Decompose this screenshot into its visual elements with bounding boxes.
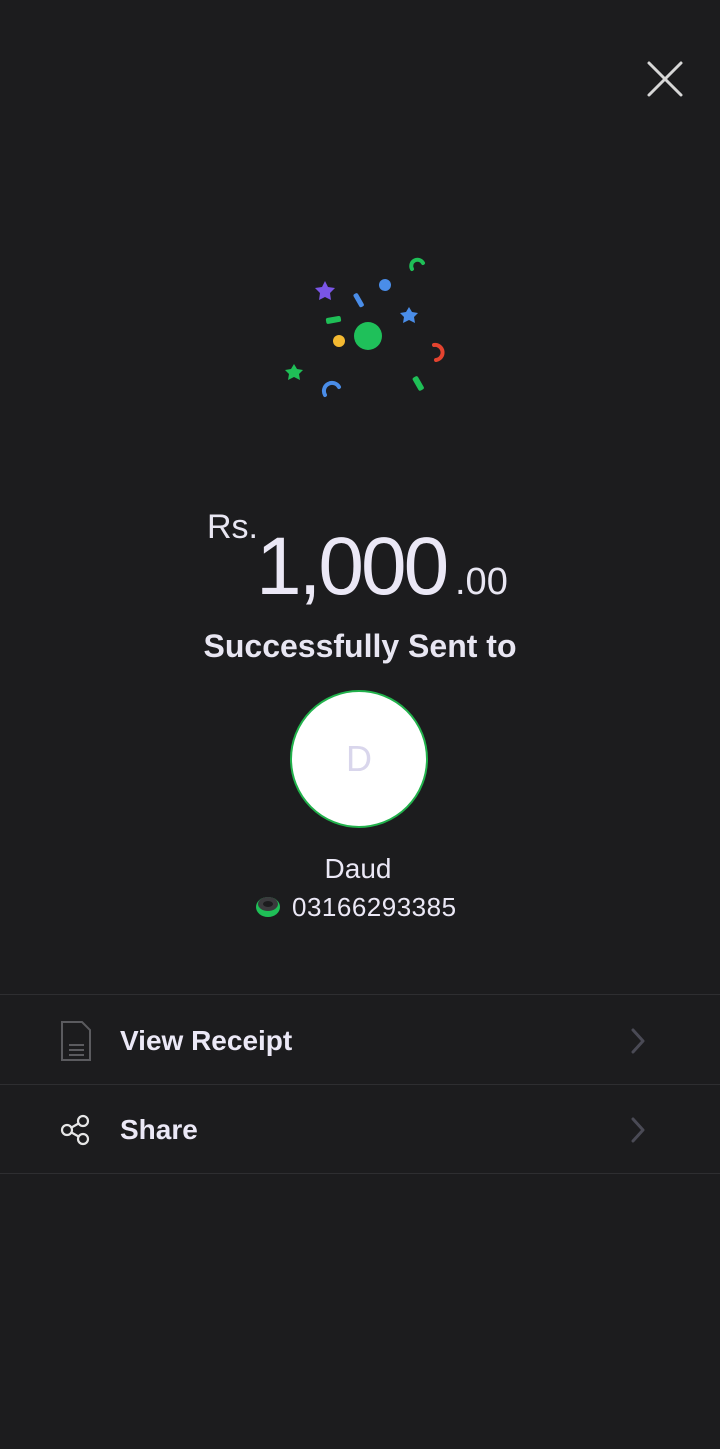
view-receipt-label: View Receipt xyxy=(120,1025,293,1056)
share-label: Share xyxy=(120,1114,198,1145)
avatar: D xyxy=(290,690,428,828)
recipient-number: 03166293385 xyxy=(292,892,457,922)
divider xyxy=(0,1173,720,1174)
amount-whole: 1,000 xyxy=(256,521,449,612)
recipient-account: 03166293385 xyxy=(254,890,457,924)
chevron-right-icon xyxy=(631,1028,645,1054)
status-text: Successfully Sent to xyxy=(203,628,517,664)
recipient-name: Daud xyxy=(324,853,392,884)
amount-display: Rs. 1,000 .00 xyxy=(0,500,720,620)
divider xyxy=(0,1084,720,1085)
close-button[interactable] xyxy=(640,54,690,104)
chevron-right-icon xyxy=(631,1117,645,1143)
share-icon xyxy=(60,1114,90,1146)
amount-decimals: .00 xyxy=(455,561,508,603)
currency-label: Rs. xyxy=(207,508,258,546)
avatar-initial: D xyxy=(346,738,372,779)
close-icon[interactable] xyxy=(640,54,690,104)
share-row[interactable]: Share xyxy=(0,1086,720,1174)
confetti-icon xyxy=(285,257,445,397)
divider xyxy=(0,994,720,995)
receipt-icon xyxy=(61,1021,91,1061)
view-receipt-row[interactable]: View Receipt xyxy=(0,997,720,1085)
wallet-logo-icon xyxy=(256,897,280,917)
